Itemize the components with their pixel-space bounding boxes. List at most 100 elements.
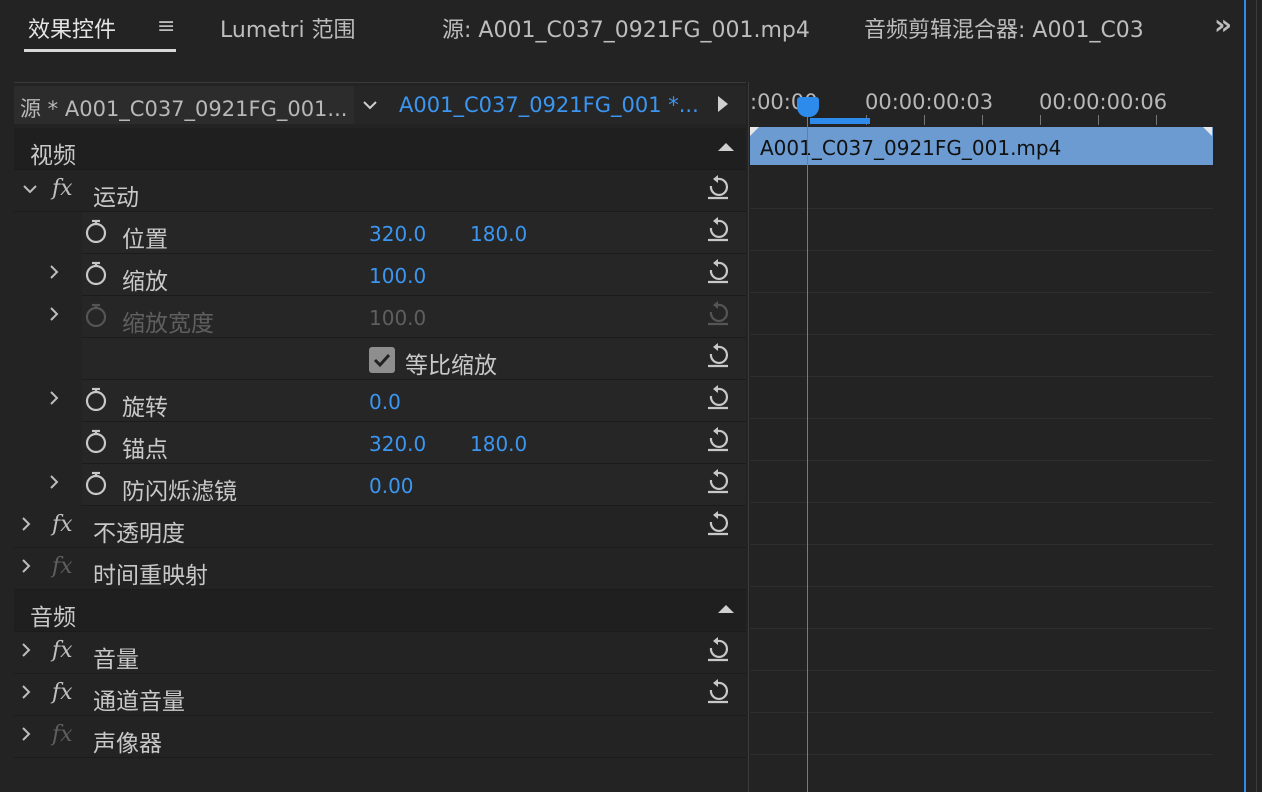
- work-area-bar[interactable]: [810, 118, 870, 124]
- fx-icon[interactable]: fx: [52, 512, 73, 537]
- timeline-row-line: [750, 712, 1213, 713]
- chevron-right-icon[interactable]: [48, 390, 60, 406]
- fx-icon[interactable]: fx: [52, 176, 73, 201]
- tab-source-monitor[interactable]: 源: A001_C037_0921FG_001.mp4: [442, 12, 810, 44]
- clip-in-marker-icon: [750, 127, 759, 136]
- reset-icon[interactable]: [705, 258, 731, 284]
- sequence-clip-label[interactable]: A001_C037_0921FG_001 *...: [399, 93, 699, 117]
- timeline-row-line: [750, 628, 1213, 629]
- param-label-position: 位置: [122, 227, 168, 253]
- panel-menu-icon[interactable]: ≡: [157, 14, 175, 39]
- reset-icon[interactable]: [705, 426, 731, 452]
- timeline-row-line: [750, 208, 1213, 209]
- fx-icon[interactable]: fx: [52, 680, 73, 705]
- anchor-y-value[interactable]: 180.0: [470, 432, 527, 456]
- timeline-row-line: [750, 754, 1213, 755]
- timeline-row-line: [750, 670, 1213, 671]
- reset-icon: [708, 301, 729, 326]
- timeline-row-line: [750, 334, 1213, 335]
- tab-lumetri-scopes[interactable]: Lumetri 范围: [220, 12, 356, 44]
- tab-effect-controls[interactable]: 效果控件: [28, 12, 116, 44]
- param-label-anchor: 锚点: [122, 437, 168, 463]
- effect-label-opacity: 不透明度: [93, 521, 185, 547]
- reset-icon[interactable]: [705, 468, 731, 494]
- chevron-right-icon[interactable]: [48, 474, 60, 490]
- timeline-row-line: [750, 418, 1213, 419]
- uniform-scale-checkbox[interactable]: [369, 347, 395, 373]
- timeline-row-line: [750, 586, 1213, 587]
- fx-icon: fx: [52, 554, 73, 579]
- param-label-anti-flicker: 防闪烁滤镜: [122, 479, 237, 505]
- anchor-x-value[interactable]: 320.0: [369, 432, 426, 456]
- clip-out-marker-icon: [1203, 127, 1212, 136]
- reset-icon[interactable]: [705, 384, 731, 410]
- scale-width-value: 100.0: [369, 306, 427, 330]
- reset-icon[interactable]: [705, 342, 731, 368]
- timeline-row-line: [750, 544, 1213, 545]
- ruler-tick: [1040, 115, 1041, 125]
- reset-icon[interactable]: [705, 636, 731, 662]
- audio-section-label: 音频: [30, 605, 76, 631]
- rotation-value[interactable]: 0.0: [369, 390, 401, 414]
- reset-icon[interactable]: [705, 174, 731, 200]
- fx-icon[interactable]: fx: [52, 638, 73, 663]
- tab-audio-clip-mixer[interactable]: 音频剪辑混合器: A001_C03: [864, 12, 1164, 44]
- audio-section-header[interactable]: [14, 590, 746, 632]
- position-x-value[interactable]: 320.0: [369, 222, 426, 246]
- reset-icon[interactable]: [705, 678, 731, 704]
- source-clip-label[interactable]: 源 * A001_C037_0921FG_001...: [20, 93, 350, 123]
- param-row-rotation: [82, 380, 746, 422]
- uniform-scale-label: 等比缩放: [405, 353, 497, 379]
- chevron-right-icon[interactable]: [20, 642, 32, 658]
- timeline-row-line: [750, 292, 1213, 293]
- effect-label-panner: 声像器: [93, 731, 162, 757]
- timeline-divider: [748, 82, 749, 792]
- ruler-time-3: 00:00:00:03: [865, 90, 994, 114]
- reset-icon[interactable]: [705, 510, 731, 536]
- stopwatch-icon: [85, 303, 107, 328]
- ruler-tick: [982, 115, 983, 125]
- chevron-right-icon[interactable]: [20, 516, 32, 532]
- ruler-time-6: 00:00:00:06: [1039, 90, 1168, 114]
- stopwatch-icon[interactable]: [84, 218, 108, 244]
- timeline-row-line: [750, 460, 1213, 461]
- video-section-label: 视频: [30, 143, 76, 169]
- collapse-up-icon[interactable]: [716, 141, 736, 153]
- active-tab-indicator: [24, 49, 176, 52]
- stopwatch-icon[interactable]: [84, 428, 108, 454]
- scale-value[interactable]: 100.0: [369, 264, 426, 288]
- panel-divider: [1256, 0, 1257, 792]
- effect-label-volume: 音量: [93, 647, 139, 673]
- stopwatch-icon[interactable]: [84, 386, 108, 412]
- param-label-scale-width: 缩放宽度: [122, 311, 214, 337]
- ruler-tick: [924, 115, 925, 125]
- chevron-down-icon[interactable]: [22, 183, 38, 195]
- stopwatch-icon[interactable]: [84, 260, 108, 286]
- effect-label-time-remapping: 时间重映射: [93, 563, 208, 589]
- chevron-down-icon[interactable]: [362, 99, 378, 111]
- overflow-tabs-icon[interactable]: »: [1214, 8, 1232, 41]
- position-y-value[interactable]: 180.0: [470, 222, 527, 246]
- collapse-up-icon[interactable]: [716, 603, 736, 615]
- chevron-right-icon[interactable]: [20, 558, 32, 574]
- stopwatch-icon[interactable]: [84, 470, 108, 496]
- video-section-header[interactable]: [14, 128, 746, 170]
- fx-icon: fx: [52, 722, 73, 747]
- reset-icon[interactable]: [705, 216, 731, 242]
- chevron-right-icon[interactable]: [20, 726, 32, 742]
- playhead-line[interactable]: [807, 97, 808, 792]
- effect-label-channel-volume: 通道音量: [93, 689, 185, 715]
- playhead-handle[interactable]: [797, 97, 819, 117]
- play-triangle-icon[interactable]: [716, 94, 730, 114]
- chevron-right-icon[interactable]: [48, 264, 60, 280]
- ruler-tick: [1098, 115, 1099, 125]
- timeline-row-line: [750, 376, 1213, 377]
- panel-focus-border: [1244, 0, 1246, 792]
- timeline-row-line: [750, 502, 1213, 503]
- chevron-right-icon[interactable]: [20, 684, 32, 700]
- checkmark-icon: [373, 353, 391, 368]
- timeline-area: [748, 82, 1244, 792]
- chevron-right-icon[interactable]: [48, 306, 60, 322]
- panel-divider-top: [14, 82, 746, 83]
- anti-flicker-value[interactable]: 0.00: [369, 474, 414, 498]
